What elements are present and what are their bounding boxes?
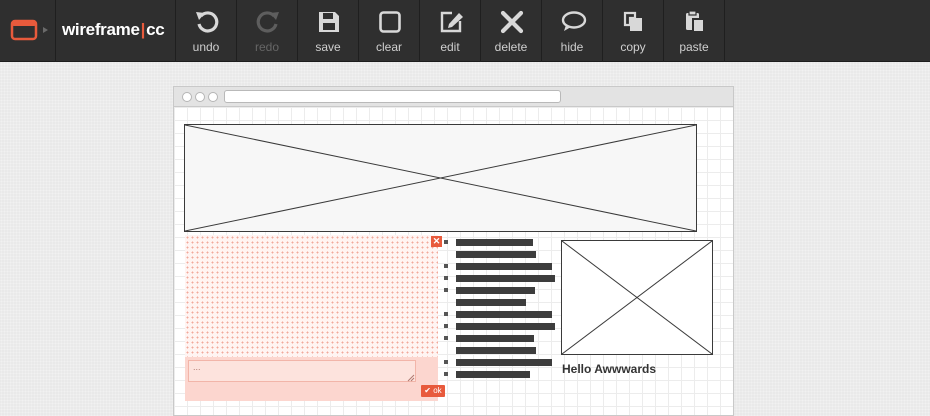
bullet-icon <box>444 312 448 316</box>
wireframe-canvas[interactable]: ✕ ... ✔ ok Hello Awwwards <box>173 86 734 416</box>
text-line-placeholder <box>456 251 536 258</box>
text-line-placeholder <box>456 371 530 378</box>
paste-label: paste <box>679 40 709 54</box>
brand-name-right: cc <box>146 20 165 39</box>
ok-button[interactable]: ✔ ok <box>421 385 445 397</box>
save-icon <box>319 12 339 32</box>
copy-icon <box>623 11 642 31</box>
undo-label: undo <box>192 40 220 54</box>
text-line-placeholder <box>456 299 526 306</box>
redo-label: redo <box>254 40 280 54</box>
app-menu[interactable] <box>0 0 56 62</box>
edit-button[interactable]: edit <box>420 0 481 62</box>
copy-button[interactable]: copy <box>603 0 664 62</box>
ok-label: ok <box>433 386 442 395</box>
window-dot <box>208 92 218 102</box>
redo-icon <box>256 11 279 33</box>
brand-name: wireframe|cc <box>62 20 165 40</box>
redo-button[interactable]: redo <box>237 0 298 62</box>
bullet-icon <box>444 276 448 280</box>
bullet-icon <box>444 372 448 376</box>
image-placeholder-cross <box>562 241 712 354</box>
save-button[interactable]: save <box>298 0 359 62</box>
bullet-icon <box>444 240 448 244</box>
browser-chrome-bar <box>174 87 733 107</box>
app-logo-icon <box>10 19 48 41</box>
text-line-placeholder <box>456 263 552 270</box>
clear-icon <box>379 11 401 33</box>
copy-label: copy <box>620 40 646 54</box>
text-line-placeholder <box>456 359 552 366</box>
address-bar <box>224 90 561 103</box>
text-element-selected[interactable] <box>185 235 438 357</box>
check-icon: ✔ <box>424 386 431 395</box>
hide-label: hide <box>560 40 584 54</box>
delete-icon <box>500 10 524 34</box>
paste-icon <box>686 10 705 33</box>
text-line-placeholder <box>456 239 533 246</box>
clear-button[interactable]: clear <box>359 0 420 62</box>
image-placeholder-large[interactable] <box>184 124 697 232</box>
brand: wireframe|cc <box>56 0 176 62</box>
edit-label: edit <box>440 40 460 54</box>
brand-name-left: wireframe <box>62 20 140 39</box>
bullet-icon <box>444 288 448 292</box>
hide-button[interactable]: hide <box>542 0 603 62</box>
text-line-placeholder <box>456 275 555 282</box>
edit-icon <box>440 11 463 33</box>
text-line-placeholder <box>456 335 534 342</box>
bullet-icon <box>444 360 448 364</box>
delete-label: delete <box>494 40 528 54</box>
image-placeholder-cross <box>185 125 696 231</box>
undo-icon <box>196 11 219 33</box>
toolbar: wireframe|cc undo redo save clear edit d… <box>0 0 930 62</box>
delete-button[interactable]: delete <box>481 0 542 62</box>
bullet-icon <box>444 324 448 328</box>
hide-icon <box>561 11 587 31</box>
brand-name-separator: | <box>140 20 146 39</box>
resize-handle-icon[interactable] <box>407 374 415 382</box>
text-line-placeholder <box>456 323 555 330</box>
text-editor-input[interactable]: ... <box>188 360 416 382</box>
bullet-icon <box>444 336 448 340</box>
clear-label: clear <box>375 40 402 54</box>
image-placeholder-small[interactable] <box>561 240 713 355</box>
bullet-icon <box>444 264 448 268</box>
close-icon[interactable]: ✕ <box>431 236 442 247</box>
save-label: save <box>315 40 341 54</box>
text-editor: ... ✔ ok <box>185 357 445 401</box>
text-line-placeholder <box>456 347 536 354</box>
text-line-placeholder <box>456 287 535 294</box>
paste-button[interactable]: paste <box>664 0 725 62</box>
window-dot <box>195 92 205 102</box>
window-dot <box>182 92 192 102</box>
undo-button[interactable]: undo <box>176 0 237 62</box>
image-caption[interactable]: Hello Awwwards <box>562 362 656 376</box>
text-line-placeholder <box>456 311 552 318</box>
